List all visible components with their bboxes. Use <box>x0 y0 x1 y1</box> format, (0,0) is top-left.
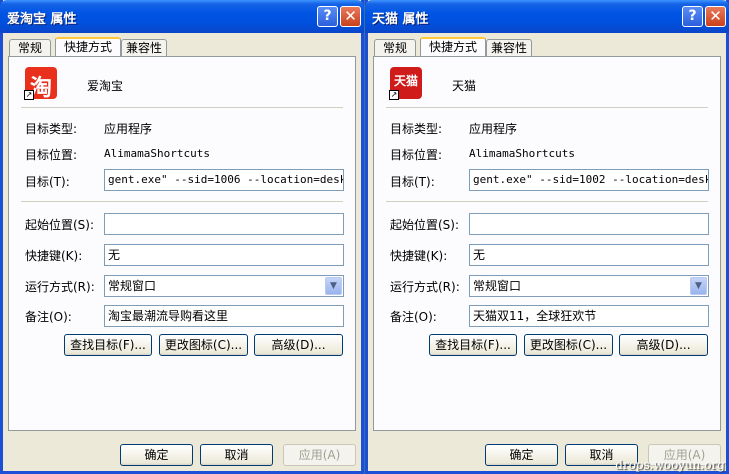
shortcut-arrow-icon: ↗ <box>24 90 34 100</box>
tmall-app-icon: 天猫 ↗ <box>389 67 422 100</box>
change-icon-button[interactable]: 更改图标(C)... <box>159 334 248 356</box>
target-type-value: 应用程序 <box>104 122 153 136</box>
run-label: 运行方式(R): <box>25 280 95 294</box>
help-button[interactable]: ? <box>317 6 338 27</box>
target-field[interactable]: gent.exe" --sid=1006 --location=desktop <box>104 169 344 191</box>
ok-button[interactable]: 确定 <box>120 444 193 466</box>
target-location-value: AlimamaShortcuts <box>469 147 575 160</box>
run-select-value: 常规窗口 <box>473 279 522 293</box>
target-type-value: 应用程序 <box>469 122 518 136</box>
target-location-label: 目标位置: <box>390 148 443 162</box>
chevron-down-icon[interactable]: ▼ <box>325 277 342 295</box>
run-select-value: 常规窗口 <box>108 279 157 293</box>
divider <box>386 107 708 108</box>
hotkey-label: 快捷键(K): <box>390 249 448 263</box>
watermark: drops.wooyun.org <box>615 458 725 472</box>
tmall-properties-window: 天猫 属性 ? ✕ 常规 快捷方式 兼容性 天猫 ↗ 天猫 目标类型: 应用程序… <box>365 0 729 474</box>
cancel-button[interactable]: 取消 <box>200 444 273 466</box>
chevron-down-icon[interactable]: ▼ <box>690 277 707 295</box>
help-button[interactable]: ? <box>682 6 703 27</box>
window-title: 爱淘宝 属性 <box>7 12 77 27</box>
start-in-label: 起始位置(S): <box>25 218 95 232</box>
close-button[interactable]: ✕ <box>340 6 361 27</box>
comment-label: 备注(O): <box>25 310 72 324</box>
target-label: 目标(T): <box>25 175 70 189</box>
tab-shortcut[interactable]: 快捷方式 <box>55 37 121 57</box>
app-name: 爱淘宝 <box>87 79 124 93</box>
title-bar[interactable]: 天猫 属性 ? ✕ <box>365 0 729 33</box>
title-bar[interactable]: 爱淘宝 属性 ? ✕ <box>0 0 364 33</box>
start-in-field[interactable] <box>469 213 709 235</box>
comment-field[interactable]: 淘宝最潮流导购看这里 <box>104 305 344 327</box>
advanced-button[interactable]: 高级(D)... <box>619 334 708 356</box>
comment-label: 备注(O): <box>390 310 437 324</box>
target-location-label: 目标位置: <box>25 148 78 162</box>
tab-general[interactable]: 常规 <box>374 39 416 56</box>
run-label: 运行方式(R): <box>390 280 460 294</box>
run-select[interactable]: 常规窗口 ▼ <box>104 275 344 297</box>
close-button[interactable]: ✕ <box>705 6 726 27</box>
hotkey-label: 快捷键(K): <box>25 249 83 263</box>
taobao-app-icon: 淘 ↗ <box>24 67 57 101</box>
tab-compatibility[interactable]: 兼容性 <box>121 39 167 56</box>
ok-button[interactable]: 确定 <box>485 444 558 466</box>
shortcut-arrow-icon: ↗ <box>389 90 399 100</box>
comment-field[interactable]: 天猫双11，全球狂欢节 <box>469 305 709 327</box>
hotkey-field[interactable]: 无 <box>104 244 344 266</box>
target-field[interactable]: gent.exe" --sid=1002 --location=desktop <box>469 169 709 191</box>
start-in-label: 起始位置(S): <box>390 218 460 232</box>
tab-general[interactable]: 常规 <box>9 39 51 56</box>
target-type-label: 目标类型: <box>390 122 443 136</box>
divider <box>21 201 343 202</box>
tab-compatibility[interactable]: 兼容性 <box>486 39 532 56</box>
target-location-value: AlimamaShortcuts <box>104 147 210 160</box>
find-target-button[interactable]: 查找目标(F)... <box>429 334 517 356</box>
apply-button[interactable]: 应用(A) <box>283 444 356 466</box>
shortcut-panel: 淘 ↗ 爱淘宝 目标类型: 应用程序 目标位置: AlimamaShortcut… <box>8 56 356 431</box>
start-in-field[interactable] <box>104 213 344 235</box>
target-type-label: 目标类型: <box>25 122 78 136</box>
window-title: 天猫 属性 <box>372 12 429 27</box>
target-label: 目标(T): <box>390 175 435 189</box>
app-name: 天猫 <box>452 79 477 93</box>
run-select[interactable]: 常规窗口 ▼ <box>469 275 709 297</box>
divider <box>21 107 343 108</box>
hotkey-field[interactable]: 无 <box>469 244 709 266</box>
tab-shortcut[interactable]: 快捷方式 <box>420 37 486 57</box>
divider <box>386 201 708 202</box>
taobao-properties-window: 爱淘宝 属性 ? ✕ 常规 快捷方式 兼容性 淘 ↗ 爱淘宝 目标类型: 应用程… <box>0 0 364 474</box>
find-target-button[interactable]: 查找目标(F)... <box>64 334 152 356</box>
shortcut-panel: 天猫 ↗ 天猫 目标类型: 应用程序 目标位置: AlimamaShortcut… <box>373 56 721 431</box>
change-icon-button[interactable]: 更改图标(C)... <box>524 334 613 356</box>
advanced-button[interactable]: 高级(D)... <box>254 334 343 356</box>
